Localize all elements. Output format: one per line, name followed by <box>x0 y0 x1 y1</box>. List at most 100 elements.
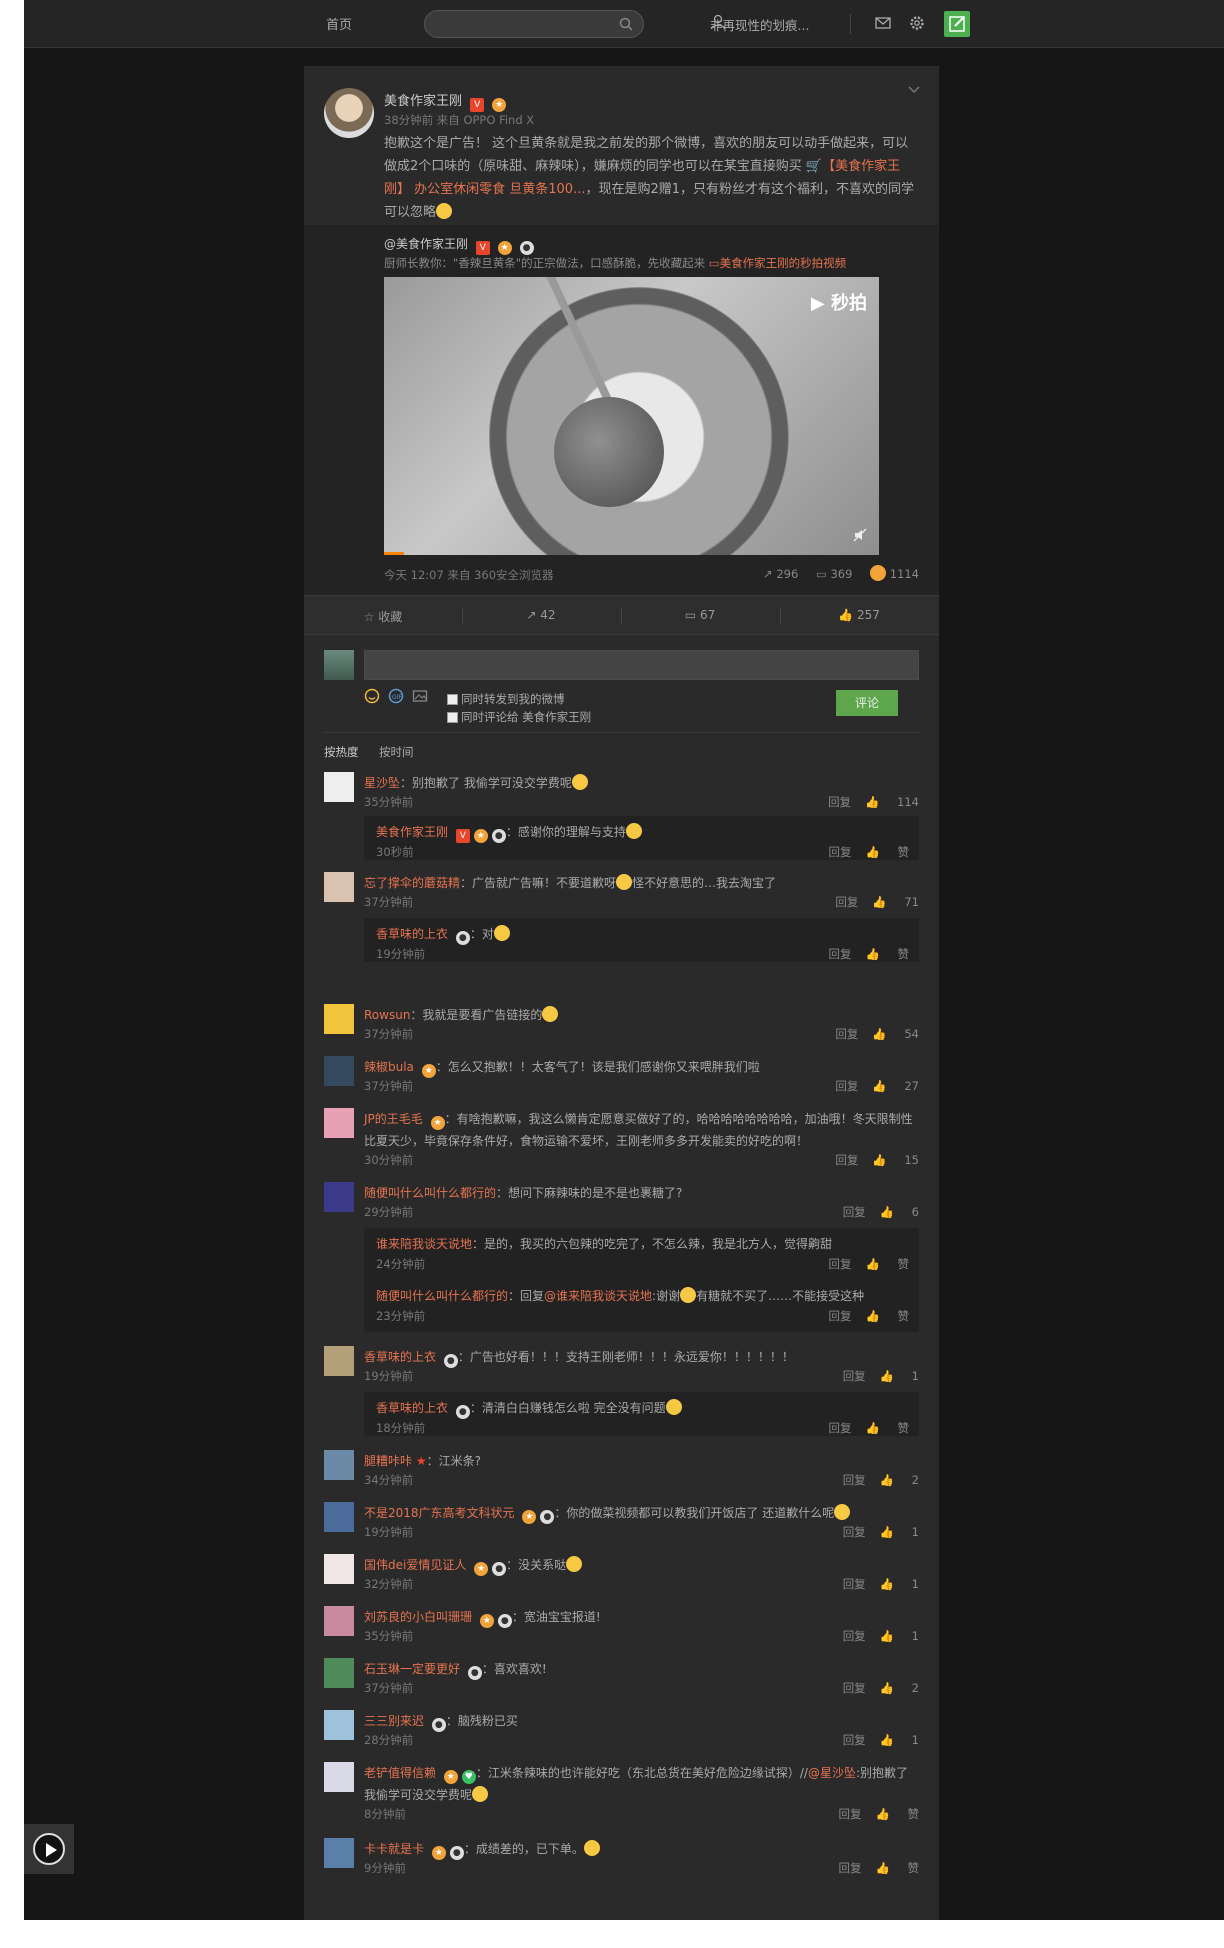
comment-to-author-checkbox[interactable]: 同时评论给 美食作家王刚 <box>447 709 591 725</box>
like-link[interactable]: 👍 赞 <box>876 1861 919 1875</box>
video-progress-bar[interactable] <box>384 552 404 555</box>
comment-ops: 回复 👍 赞 <box>815 946 909 962</box>
submit-comment-button[interactable]: 评论 <box>836 690 898 716</box>
comment-icon: ▭ <box>684 608 697 622</box>
video-player[interactable]: ▶ 秒拍 <box>384 277 879 555</box>
like-link[interactable]: 👍 赞 <box>866 1421 909 1435</box>
like-link[interactable]: 👍 赞 <box>866 1257 909 1271</box>
comment-item: 刘苏良的小白叫珊珊 ★ ● ：宽油宝宝报道! 35分钟前 回复 👍 1 <box>324 1606 919 1648</box>
gif-icon[interactable]: GIF <box>388 688 404 707</box>
emoji-picker-icon[interactable] <box>364 688 380 707</box>
like-link[interactable]: 👍 赞 <box>876 1807 919 1821</box>
like-link[interactable]: 👍 1 <box>880 1525 919 1539</box>
sort-by-hot-tab[interactable]: 按热度 <box>324 744 359 760</box>
like-link[interactable]: 👍 15 <box>872 1153 919 1167</box>
reply-link[interactable]: 回复 <box>829 1309 852 1323</box>
reply-link[interactable]: 回复 <box>843 1577 866 1591</box>
comment-ops: 回复 👍 1 <box>829 1576 919 1592</box>
my-avatar <box>324 650 354 680</box>
like-link[interactable]: 👍 114 <box>865 795 919 809</box>
commenter-avatar[interactable] <box>324 1004 354 1034</box>
author-avatar[interactable] <box>324 88 374 138</box>
commenter-avatar[interactable] <box>324 1762 354 1792</box>
like-button[interactable]: 👍 257 <box>780 608 938 622</box>
user-menu[interactable]: 非再现性的划痕... <box>686 14 809 34</box>
repost-button[interactable]: ↗ 42 <box>462 608 620 622</box>
repost-to-weibo-checkbox[interactable]: 同时转发到我的微博 <box>447 691 565 707</box>
like-link[interactable]: 👍 赞 <box>866 845 909 859</box>
like-link[interactable]: 👍 27 <box>872 1079 919 1093</box>
reply-link[interactable]: 回复 <box>843 1733 866 1747</box>
reply-link[interactable]: 回复 <box>829 845 852 859</box>
reply-link[interactable]: 回复 <box>843 1681 866 1695</box>
reply-link[interactable]: 回复 <box>843 1525 866 1539</box>
like-link[interactable]: 👍 1 <box>880 1733 919 1747</box>
reply-link[interactable]: 回复 <box>843 1369 866 1383</box>
panda-badge-icon: ● <box>491 829 506 843</box>
commenter-avatar[interactable] <box>324 1108 354 1138</box>
like-link[interactable]: 👍 6 <box>880 1205 919 1219</box>
search-icon[interactable] <box>619 17 633 34</box>
reply-link[interactable]: 回复 <box>839 1861 862 1875</box>
repost-author[interactable]: @美食作家王刚 <box>384 237 468 251</box>
comment-time: 19分钟前 <box>364 1525 414 1539</box>
commenter-avatar[interactable] <box>324 1182 354 1212</box>
like-link[interactable]: 👍 2 <box>880 1681 919 1695</box>
floating-play-button[interactable] <box>24 1824 74 1874</box>
commenter-avatar[interactable] <box>324 1710 354 1740</box>
compose-button[interactable] <box>944 11 970 37</box>
reply-link[interactable]: 回复 <box>843 1473 866 1487</box>
sort-by-time-tab[interactable]: 按时间 <box>379 744 414 760</box>
mute-icon[interactable] <box>853 528 867 545</box>
search-input[interactable] <box>424 10 644 38</box>
comment-button[interactable]: ▭ 67 <box>621 608 779 622</box>
reply-link[interactable]: 回复 <box>835 1153 858 1167</box>
reply-link[interactable]: 回复 <box>835 1079 858 1093</box>
commenter-avatar[interactable] <box>324 1346 354 1376</box>
like-link[interactable]: 👍 1 <box>880 1629 919 1643</box>
reply-link[interactable]: 回复 <box>829 1257 852 1271</box>
page: 首页 非再现性的划痕... 美食作家王刚 V ★ 38分钟前 来自 OPPO F… <box>24 0 1224 1920</box>
like-link[interactable]: 👍 赞 <box>866 947 909 961</box>
gear-icon[interactable] <box>908 14 926 35</box>
play-icon[interactable] <box>33 1833 65 1865</box>
like-link[interactable]: 👍 1 <box>880 1369 919 1383</box>
commenter-avatar[interactable] <box>324 1450 354 1480</box>
commenter-avatar[interactable] <box>324 1838 354 1868</box>
fav-button[interactable]: ☆ 收藏 <box>304 608 462 625</box>
reply-link[interactable]: 回复 <box>829 947 852 961</box>
like-count[interactable]: 1114 <box>870 565 919 581</box>
like-link[interactable]: 👍 54 <box>872 1027 919 1041</box>
author-name[interactable]: 美食作家王刚 <box>384 94 462 109</box>
image-icon[interactable] <box>412 688 428 707</box>
commenter-avatar[interactable] <box>324 1502 354 1532</box>
like-link[interactable]: 👍 71 <box>872 895 919 909</box>
nav-home-link[interactable]: 首页 <box>326 14 352 33</box>
reply-link[interactable]: 回复 <box>828 795 851 809</box>
repost-block: @美食作家王刚 V ★ ● 厨师长教你："香辣旦黄条"的正宗做法，口感酥脆，先收… <box>304 225 939 595</box>
reply-link[interactable]: 回复 <box>843 1205 866 1219</box>
checkbox[interactable] <box>447 712 458 723</box>
reply-link[interactable]: 回复 <box>843 1629 866 1643</box>
checkbox[interactable] <box>447 694 458 705</box>
reply-link[interactable]: 回复 <box>835 1027 858 1041</box>
like-link[interactable]: 👍 1 <box>880 1577 919 1591</box>
reply-link[interactable]: 回复 <box>829 1421 852 1435</box>
comment-input[interactable] <box>364 650 919 680</box>
commenter-avatar[interactable] <box>324 872 354 902</box>
commenter-avatar[interactable] <box>324 1554 354 1584</box>
video-link[interactable]: 美食作家王刚的秒拍视频 <box>720 256 847 270</box>
mail-icon[interactable] <box>874 14 892 35</box>
commenter-avatar[interactable] <box>324 772 354 802</box>
reply-link[interactable]: 回复 <box>839 1807 862 1821</box>
commenter-avatar[interactable] <box>324 1658 354 1688</box>
reply-link[interactable]: 回复 <box>835 895 858 909</box>
repost-count[interactable]: ↗ 296 <box>763 567 798 581</box>
comment-ops: 回复 👍 赞 <box>825 1806 919 1822</box>
comment-count[interactable]: ▭ 369 <box>816 567 852 581</box>
chevron-down-icon[interactable] <box>907 84 921 98</box>
like-link[interactable]: 👍 2 <box>880 1473 919 1487</box>
commenter-avatar[interactable] <box>324 1606 354 1636</box>
like-link[interactable]: 👍 赞 <box>866 1309 909 1323</box>
commenter-avatar[interactable] <box>324 1056 354 1086</box>
